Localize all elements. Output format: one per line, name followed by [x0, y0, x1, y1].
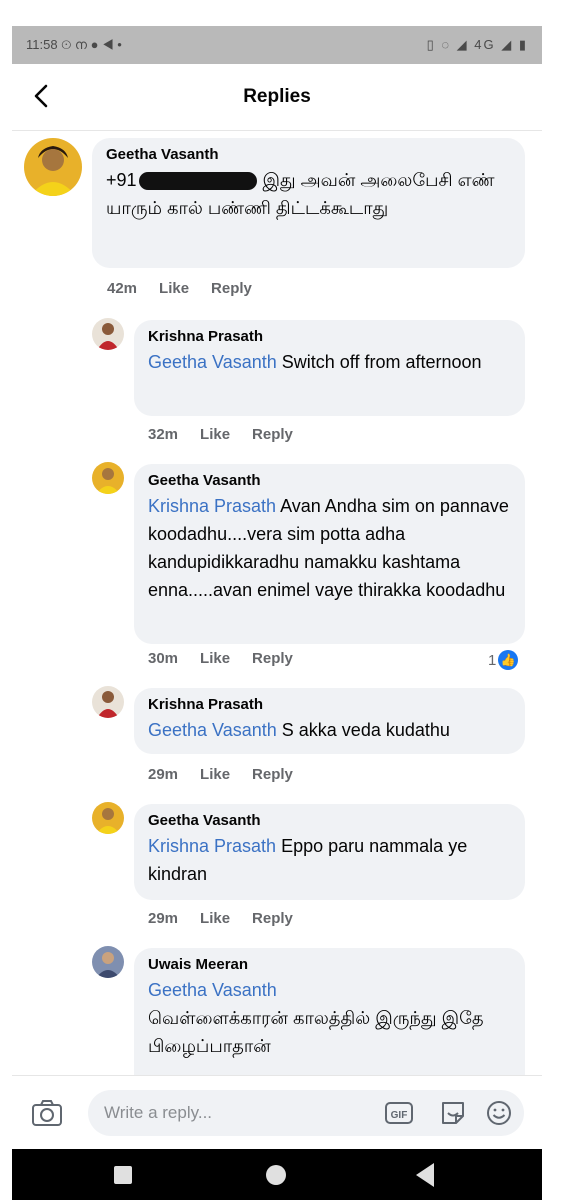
- comment-bubble[interactable]: Krishna Prasath Geetha Vasanth S akka ve…: [134, 688, 525, 754]
- header: Replies: [12, 64, 542, 131]
- avatar-image: [92, 946, 124, 978]
- comment-time: 30m: [148, 650, 179, 667]
- sticker-icon[interactable]: [438, 1098, 468, 1128]
- reply-button[interactable]: Reply: [252, 650, 293, 667]
- reply-composer: Write a reply... GIF: [12, 1075, 542, 1150]
- replies-list[interactable]: Geetha Vasanth +91 இது அவன் அலைபேசி எண் ய…: [12, 130, 542, 1075]
- comment-author[interactable]: Uwais Meeran: [148, 956, 511, 973]
- emoji-icon[interactable]: [484, 1098, 514, 1128]
- mention-link[interactable]: Geetha Vasanth: [148, 976, 511, 1004]
- comment-actions: 32m Like Reply: [148, 426, 293, 443]
- avatar-image: [92, 462, 124, 494]
- status-left-icons: ⊙ ന ● ◀ •: [61, 37, 122, 52]
- reply-placeholder: Write a reply...: [104, 1103, 213, 1122]
- avatar[interactable]: [92, 318, 124, 350]
- comment-author[interactable]: Geetha Vasanth: [106, 146, 511, 163]
- status-time: 11:58: [26, 37, 58, 52]
- reaction-number: 1: [488, 651, 497, 669]
- comment-actions: 29m Like Reply: [148, 766, 293, 783]
- avatar[interactable]: [92, 686, 124, 718]
- avatar-image: [92, 802, 124, 834]
- back-button[interactable]: [416, 1163, 434, 1187]
- avatar-image: [24, 138, 82, 196]
- reply-button[interactable]: Reply: [252, 910, 293, 927]
- mention-link[interactable]: Krishna Prasath: [148, 496, 276, 516]
- comment-bubble[interactable]: Krishna Prasath Geetha Vasanth Switch of…: [134, 320, 525, 416]
- gif-label: GIF: [391, 1110, 408, 1121]
- reply-button[interactable]: Reply: [252, 766, 293, 783]
- avatar[interactable]: [24, 138, 82, 196]
- comment-author[interactable]: Geetha Vasanth: [148, 812, 511, 829]
- comment-text-content: வெள்ளைக்காரன் காலத்தில் இருந்து இதே பிழை…: [148, 1008, 484, 1056]
- comment: Krishna Prasath Geetha Vasanth Switch of…: [12, 318, 542, 458]
- like-button[interactable]: Like: [200, 650, 230, 667]
- comment-time: 29m: [148, 766, 179, 783]
- comment-text: Geetha Vasanth வெள்ளைக்காரன் காலத்தில் இ…: [148, 976, 511, 1060]
- like-button[interactable]: Like: [200, 426, 230, 443]
- camera-icon[interactable]: [30, 1096, 64, 1130]
- reply-button[interactable]: Reply: [211, 280, 252, 297]
- mention-link[interactable]: Geetha Vasanth: [148, 720, 277, 740]
- comment-time: 32m: [148, 426, 179, 443]
- comment-bubble[interactable]: Geetha Vasanth Krishna Prasath Eppo paru…: [134, 804, 525, 900]
- avatar-image: [92, 318, 124, 350]
- mention-link[interactable]: Geetha Vasanth: [148, 352, 277, 372]
- comment-text: +91 இது அவன் அலைபேசி எண் யாரும் கால் பண்ண…: [106, 166, 511, 222]
- avatar[interactable]: [92, 462, 124, 494]
- avatar[interactable]: [92, 802, 124, 834]
- avatar-image: [92, 686, 124, 718]
- comment: Geetha Vasanth Krishna Prasath Avan Andh…: [12, 462, 542, 682]
- comment-actions: 42m Like Reply: [107, 280, 252, 297]
- comment: Geetha Vasanth +91 இது அவன் அலைபேசி எண் ய…: [12, 130, 542, 305]
- comment: Krishna Prasath Geetha Vasanth S akka ve…: [12, 686, 542, 796]
- gif-icon[interactable]: GIF: [384, 1098, 414, 1128]
- home-button[interactable]: [266, 1165, 286, 1185]
- like-button[interactable]: Like: [200, 766, 230, 783]
- comment-bubble[interactable]: Geetha Vasanth +91 இது அவன் அலைபேசி எண் ய…: [92, 138, 525, 268]
- page-title: Replies: [243, 86, 311, 107]
- status-bar: 11:58 ⊙ ന ● ◀ • ▯ ◌ ◢ 4G ◢ ▮: [12, 26, 542, 64]
- comment-text-content: S akka veda kudathu: [281, 720, 450, 740]
- comment-time: 42m: [107, 280, 138, 297]
- avatar[interactable]: [92, 946, 124, 978]
- comment-author[interactable]: Krishna Prasath: [148, 328, 511, 345]
- recents-button[interactable]: [114, 1166, 132, 1184]
- reaction-count[interactable]: 1 👍: [488, 650, 519, 670]
- redacted-phone-number: [138, 172, 257, 191]
- reply-button[interactable]: Reply: [252, 426, 293, 443]
- comment-actions: 29m Like Reply: [148, 910, 293, 927]
- thumbs-up-icon: 👍: [498, 650, 519, 670]
- comment-text: Krishna Prasath Avan Andha sim on pannav…: [148, 492, 511, 604]
- comment-actions: 30m Like Reply: [148, 650, 293, 667]
- comment-author[interactable]: Krishna Prasath: [148, 696, 511, 713]
- comment-bubble[interactable]: Uwais Meeran Geetha Vasanth வெள்ளைக்காரன…: [134, 948, 525, 1075]
- comment-text: Krishna Prasath Eppo paru nammala ye kin…: [148, 832, 511, 888]
- mention-link[interactable]: Krishna Prasath: [148, 836, 276, 856]
- android-nav-bar: [12, 1149, 542, 1200]
- comment-text-content: Switch off from afternoon: [281, 352, 482, 372]
- status-right-icons: ▯ ◌ ◢ 4G ◢ ▮: [426, 37, 528, 52]
- like-button[interactable]: Like: [200, 910, 230, 927]
- comment-text: Geetha Vasanth Switch off from afternoon: [148, 348, 511, 376]
- comment: Geetha Vasanth Krishna Prasath Eppo paru…: [12, 802, 542, 942]
- comment-time: 29m: [148, 910, 179, 927]
- comment-bubble[interactable]: Geetha Vasanth Krishna Prasath Avan Andh…: [134, 464, 525, 644]
- phone-prefix: +91: [106, 170, 137, 190]
- phone-screen: 11:58 ⊙ ന ● ◀ • ▯ ◌ ◢ 4G ◢ ▮ Replies Gee…: [12, 26, 542, 1200]
- reply-input[interactable]: Write a reply... GIF: [88, 1090, 524, 1136]
- comment-text: Geetha Vasanth S akka veda kudathu: [148, 716, 511, 744]
- like-button[interactable]: Like: [159, 280, 189, 297]
- comment-author[interactable]: Geetha Vasanth: [148, 472, 511, 489]
- comment: Uwais Meeran Geetha Vasanth வெள்ளைக்காரன…: [12, 946, 542, 1075]
